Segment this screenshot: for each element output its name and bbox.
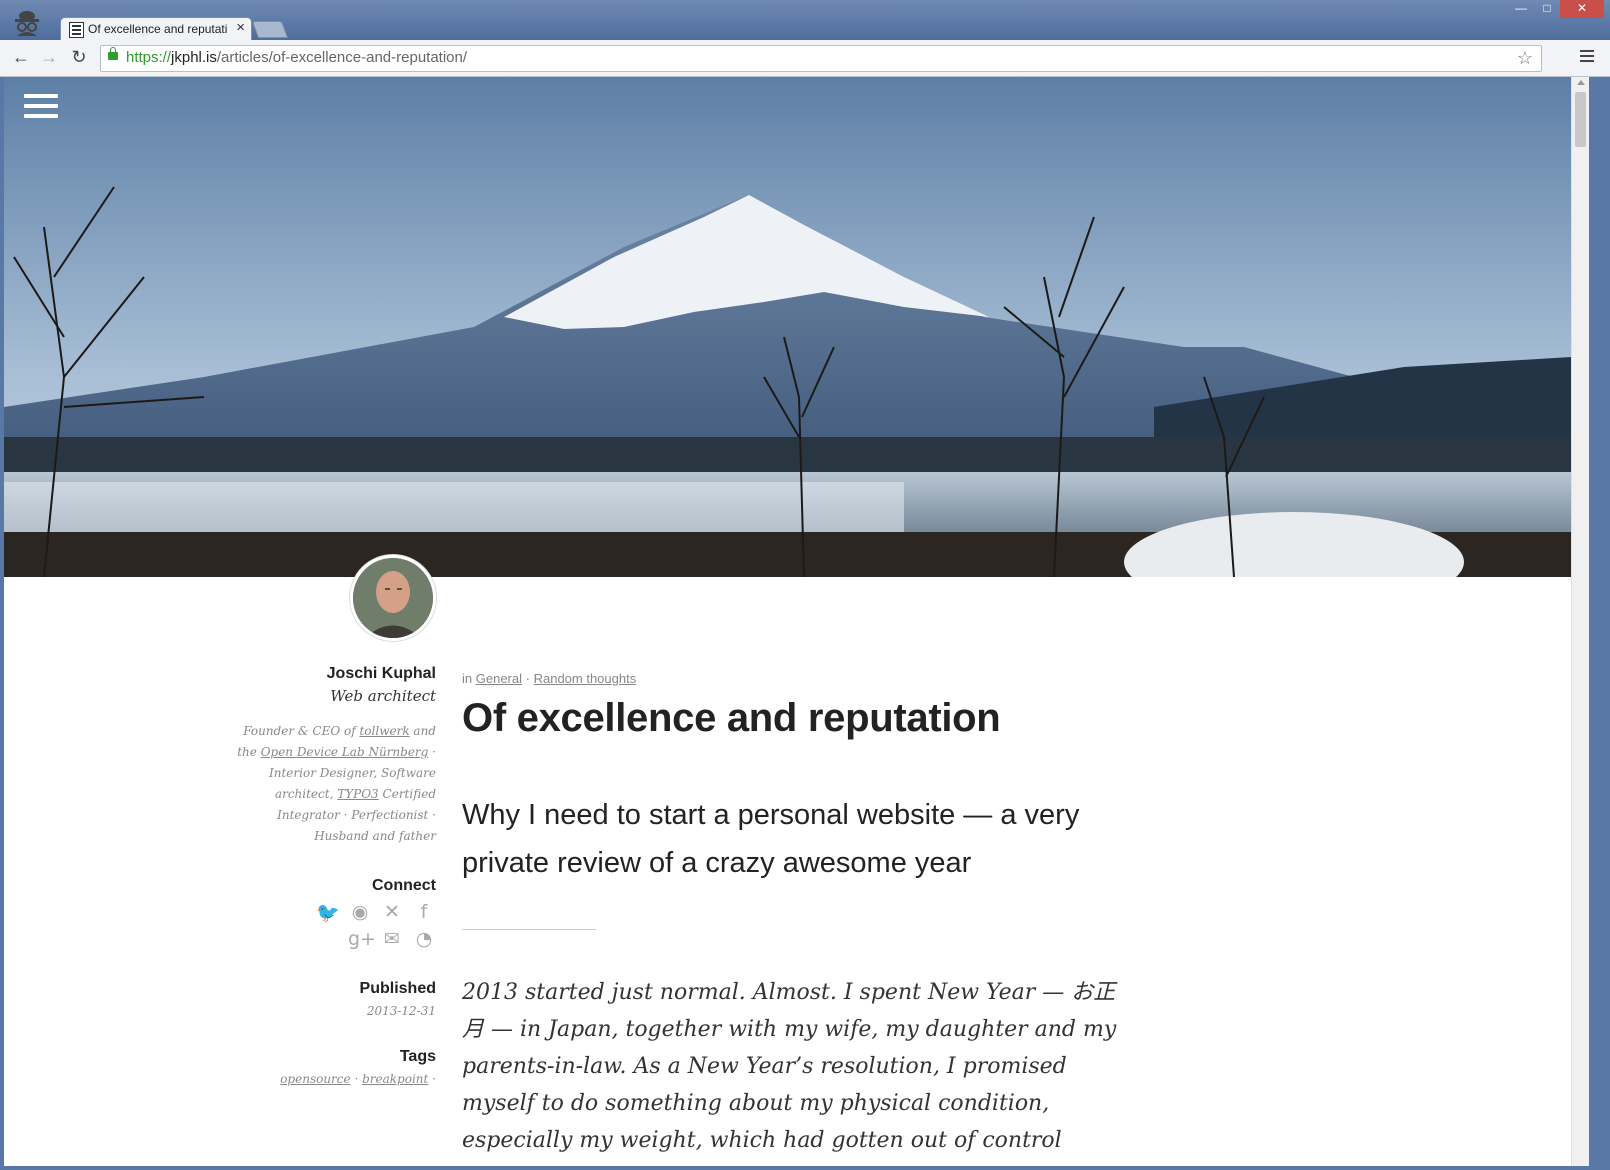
author-bio: Founder & CEO of tollwerk and the Open D… bbox=[237, 724, 436, 843]
window-titlebar: Of excellence and reputati × — □ ✕ bbox=[0, 0, 1610, 41]
googleplus-icon[interactable]: g+ bbox=[348, 928, 376, 950]
close-window-button[interactable]: ✕ bbox=[1560, 0, 1604, 18]
scrollbar-thumb[interactable] bbox=[1575, 92, 1586, 147]
window-controls: — □ ✕ bbox=[1508, 0, 1604, 18]
divider bbox=[462, 929, 596, 930]
browser-menu-icon[interactable] bbox=[1580, 50, 1594, 65]
author-name: Joschi Kuphal bbox=[326, 665, 436, 682]
facebook-icon[interactable]: f bbox=[412, 901, 436, 924]
url-host: jkphl.is bbox=[171, 49, 217, 66]
hero-landscape-graphic bbox=[4, 77, 1571, 577]
published-date: 2013-12-31 bbox=[366, 1004, 436, 1018]
forward-button[interactable]: → bbox=[38, 46, 60, 68]
rss-icon[interactable]: ◔ bbox=[412, 928, 436, 950]
social-links-row-2: g+ ✉ ◔ bbox=[234, 928, 436, 950]
page-favicon-icon bbox=[69, 22, 84, 38]
email-icon[interactable]: ✉ bbox=[380, 928, 404, 950]
page-scrollbar[interactable] bbox=[1571, 77, 1589, 1166]
xing-icon[interactable]: ✕ bbox=[380, 901, 404, 924]
new-tab-button[interactable] bbox=[251, 21, 289, 38]
tollwerk-link[interactable]: tollwerk bbox=[359, 724, 409, 738]
article: in General · Random thoughts Of excellen… bbox=[462, 671, 1142, 1166]
article-title: Of excellence and reputation bbox=[462, 696, 1001, 740]
tab-title: Of excellence and reputati bbox=[88, 22, 228, 36]
tag-link[interactable]: breakpoint bbox=[362, 1072, 428, 1086]
secure-lock-icon bbox=[108, 47, 118, 60]
category-link-random-thoughts[interactable]: Random thoughts bbox=[534, 671, 637, 686]
open-device-lab-link[interactable]: Open Device Lab Nürnberg bbox=[261, 745, 429, 759]
author-avatar bbox=[350, 555, 436, 641]
connect-heading: Connect bbox=[372, 877, 436, 894]
article-intro: 2013 started just normal. Almost. I spen… bbox=[462, 980, 1117, 1166]
tab-close-icon[interactable]: × bbox=[236, 19, 245, 36]
typo3-link[interactable]: TYPO3 bbox=[337, 787, 378, 801]
author-role: Web architect bbox=[330, 687, 436, 705]
url-path: /articles/of-excellence-and-reputation/ bbox=[216, 49, 468, 66]
author-sidebar: Joschi Kuphal Web architect Founder & CE… bbox=[234, 665, 436, 1086]
tag-link[interactable]: opensource bbox=[280, 1072, 350, 1086]
site-menu-icon[interactable] bbox=[24, 94, 58, 124]
github-icon[interactable]: ◉ bbox=[348, 901, 372, 924]
incognito-icon bbox=[15, 11, 39, 36]
scroll-up-arrow-icon[interactable] bbox=[1577, 80, 1585, 85]
article-categories: in General · Random thoughts bbox=[462, 671, 637, 686]
browser-tab[interactable]: Of excellence and reputati × bbox=[60, 17, 252, 41]
published-heading: Published bbox=[359, 980, 436, 997]
minimize-button[interactable]: — bbox=[1508, 0, 1534, 18]
tags-heading: Tags bbox=[399, 1048, 436, 1065]
page-viewport: Joschi Kuphal Web architect Founder & CE… bbox=[4, 77, 1589, 1166]
bookmark-star-icon[interactable]: ☆ bbox=[1517, 48, 1533, 69]
back-button[interactable]: ← bbox=[10, 46, 32, 68]
article-subtitle: Why I need to start a personal website —… bbox=[462, 799, 1080, 879]
social-links-row-1: 🐦 ◉ ✕ f bbox=[234, 901, 436, 924]
category-link-general[interactable]: General bbox=[476, 671, 522, 686]
hero-image-mount-fuji bbox=[4, 77, 1571, 577]
browser-toolbar: ← → ↻ https://jkphl.is/articles/of-excel… bbox=[0, 40, 1610, 77]
reload-button[interactable]: ↻ bbox=[68, 46, 90, 68]
maximize-button[interactable]: □ bbox=[1534, 0, 1560, 18]
url-scheme: https:// bbox=[126, 49, 172, 66]
tag-list: opensource · breakpoint · bbox=[280, 1072, 436, 1086]
url-text[interactable]: https://jkphl.is/articles/of-excellence-… bbox=[126, 49, 467, 66]
address-bar[interactable]: https://jkphl.is/articles/of-excellence-… bbox=[100, 45, 1542, 72]
twitter-icon[interactable]: 🐦 bbox=[316, 901, 340, 924]
